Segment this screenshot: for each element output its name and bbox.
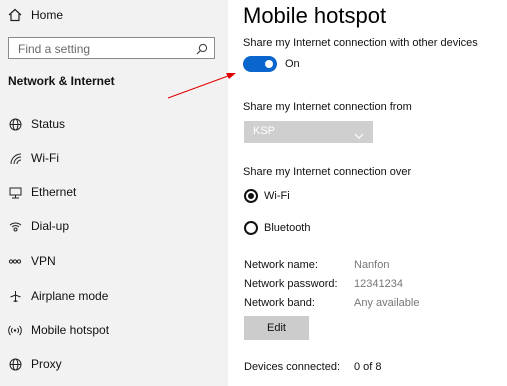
sidebar-item-label: Wi-Fi <box>31 151 59 165</box>
vpn-icon <box>8 254 22 268</box>
sidebar: Home Find a setting Network & Internet S… <box>0 0 228 386</box>
ethernet-icon <box>8 185 22 199</box>
search-icon[interactable] <box>196 42 208 55</box>
search-input[interactable]: Find a setting <box>8 37 215 59</box>
dialup-icon <box>8 219 22 233</box>
devices-connected-value: 0 of 8 <box>354 361 382 373</box>
bluetooth-option-label: Bluetooth <box>264 222 311 234</box>
dropdown-value: KSP <box>253 125 276 137</box>
airplane-icon <box>8 289 22 303</box>
globe-icon <box>8 117 22 131</box>
hotspot-icon <box>8 323 22 337</box>
home-link[interactable]: Home <box>0 0 228 30</box>
share-connection-label: Share my Internet connection with other … <box>243 37 478 49</box>
edit-button[interactable]: Edit <box>244 316 309 340</box>
share-from-label: Share my Internet connection from <box>243 101 412 113</box>
share-toggle[interactable] <box>243 56 277 72</box>
globe-icon <box>8 357 22 371</box>
sidebar-item-ethernet[interactable]: Ethernet <box>0 177 228 207</box>
sidebar-item-label: Status <box>31 117 66 131</box>
home-label: Home <box>31 8 64 22</box>
sidebar-item-label: VPN <box>31 254 56 268</box>
network-password-value: 12341234 <box>354 278 403 290</box>
bluetooth-radio[interactable] <box>244 221 258 235</box>
sidebar-item-wifi[interactable]: Wi-Fi <box>0 143 228 173</box>
network-password-label: Network password: <box>244 278 338 290</box>
share-over-label: Share my Internet connection over <box>243 166 412 178</box>
chevron-down-icon <box>354 127 364 139</box>
sidebar-item-dialup[interactable]: Dial-up <box>0 211 228 241</box>
section-title: Network & Internet <box>8 74 115 88</box>
sidebar-item-status[interactable]: Status <box>0 109 228 139</box>
network-name-label: Network name: <box>244 259 318 271</box>
wifi-radio[interactable] <box>244 189 258 203</box>
sidebar-item-label: Airplane mode <box>31 289 109 303</box>
sidebar-item-label: Proxy <box>31 357 62 371</box>
home-icon <box>8 8 22 22</box>
sidebar-item-airplane-mode[interactable]: Airplane mode <box>0 281 228 311</box>
sidebar-item-mobile-hotspot[interactable]: Mobile hotspot <box>0 315 228 345</box>
toggle-state-label: On <box>285 58 300 70</box>
search-placeholder: Find a setting <box>18 42 91 56</box>
page-title: Mobile hotspot <box>243 3 387 28</box>
sidebar-item-label: Mobile hotspot <box>31 323 110 337</box>
network-band-value: Any available <box>354 297 420 309</box>
network-name-value: Nanfon <box>354 259 390 271</box>
devices-connected-label: Devices connected: <box>244 361 340 373</box>
share-from-dropdown[interactable]: KSP <box>244 121 373 143</box>
sidebar-item-label: Ethernet <box>31 185 77 199</box>
toggle-knob <box>265 60 273 68</box>
sidebar-item-label: Dial-up <box>31 219 70 233</box>
wifi-icon <box>8 151 22 165</box>
wifi-option-label: Wi-Fi <box>264 190 290 202</box>
sidebar-item-proxy[interactable]: Proxy <box>0 349 228 379</box>
network-band-label: Network band: <box>244 297 315 309</box>
sidebar-item-vpn[interactable]: VPN <box>0 246 228 276</box>
